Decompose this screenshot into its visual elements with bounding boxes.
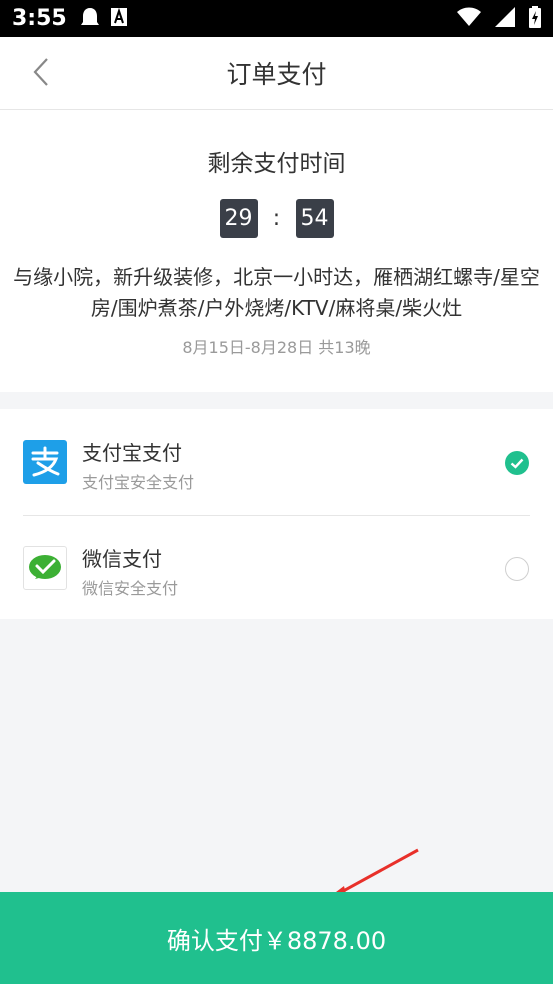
signal-icon xyxy=(495,6,515,31)
order-info: 剩余支付时间 29 : 54 与缘小院，新升级装修，北京一小时达，雁栖湖红螺寺/… xyxy=(0,110,553,392)
battery-charging-icon xyxy=(529,5,541,32)
notification-ghost-icon xyxy=(80,7,99,31)
timer-seconds: 54 xyxy=(295,199,334,238)
payment-desc: 微信安全支付 xyxy=(82,579,179,598)
room-title: 与缘小院，新升级装修，北京一小时达，雁栖湖红螺寺/星空房/围炉煮茶/户外烧烤/K… xyxy=(13,265,540,320)
alipay-icon xyxy=(23,440,67,484)
payment-name: 微信支付 xyxy=(82,547,162,571)
chevron-left-icon xyxy=(32,57,50,91)
payment-method-list: 支付宝支付 支付宝安全支付 微信支付 微信安全支付 xyxy=(0,409,553,619)
radio-unselected-icon[interactable] xyxy=(505,557,529,581)
timer-minutes: 29 xyxy=(219,199,258,238)
payment-name: 支付宝支付 xyxy=(82,441,182,465)
back-button[interactable] xyxy=(26,57,56,91)
check-selected-icon[interactable] xyxy=(505,451,529,475)
font-a-icon xyxy=(110,7,127,30)
page-title: 订单支付 xyxy=(226,60,327,89)
timer-separator: : xyxy=(272,206,281,231)
stay-dates: 8月15日-8月28日 共13晚 xyxy=(182,338,371,357)
status-time: 3:55 xyxy=(12,6,67,31)
app-header: 订单支付 xyxy=(0,37,553,110)
wechat-pay-icon xyxy=(23,546,67,590)
countdown-timer: 29 : 54 xyxy=(0,199,553,238)
confirm-pay-button[interactable]: 确认支付￥8878.00 xyxy=(0,892,553,984)
payment-option-wechat[interactable]: 微信支付 微信安全支付 xyxy=(0,515,553,619)
wifi-icon xyxy=(457,7,481,31)
countdown-label: 剩余支付时间 xyxy=(207,151,346,177)
payment-desc: 支付宝安全支付 xyxy=(82,473,195,492)
status-bar: 3:55 xyxy=(0,0,553,37)
payment-option-alipay[interactable]: 支付宝支付 支付宝安全支付 xyxy=(0,409,553,516)
